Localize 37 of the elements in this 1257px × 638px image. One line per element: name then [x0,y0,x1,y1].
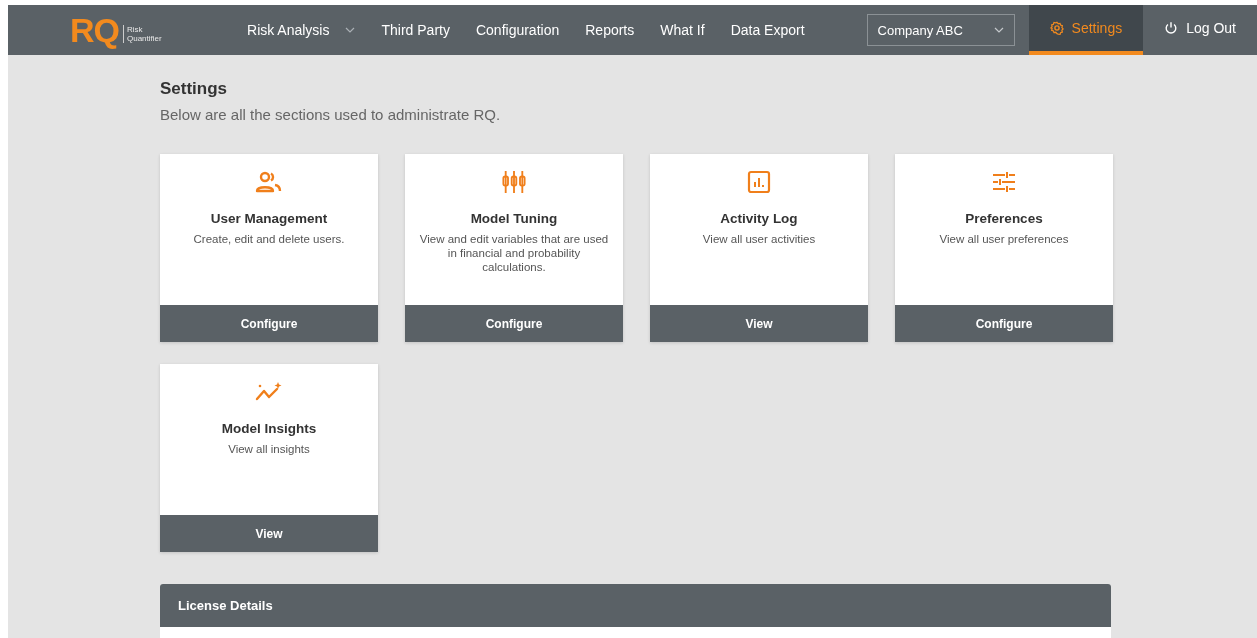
card-action-button[interactable]: View [650,305,868,342]
nav-link[interactable]: Configuration [475,22,560,38]
card-title: Preferences [965,211,1043,226]
sliders-icon [992,170,1016,194]
card-description: View all insights [228,442,310,456]
caret-icon [345,27,356,33]
card-description: View all user preferences [939,232,1069,246]
logo-mark: RQ [70,10,119,50]
card-title: Activity Log [720,211,798,226]
caret-icon [993,27,1004,33]
card-action-button[interactable]: Configure [160,305,378,342]
card-title: Model Tuning [470,211,558,226]
card-title: Model Insights [221,421,317,436]
logo-subtitle: Risk Quantifier [123,25,162,43]
gear-icon [1049,21,1064,35]
page-subtitle: Below are all the sections used to administrate RQ. [160,106,502,123]
log-out-button[interactable]: Log Out [1143,5,1257,55]
license-title: License Details [178,598,273,613]
card-action-button[interactable]: Configure [895,305,1113,342]
page-title: Settings [160,79,229,99]
card-description: View all user activities [702,232,816,246]
settings-tab[interactable]: Settings [1028,5,1144,55]
company-dropdown[interactable]: Company ABC [866,14,1015,46]
nav-link[interactable]: What If [660,22,705,38]
nav-link[interactable]: Data Export [730,22,805,38]
card-action-button[interactable]: View [160,515,378,552]
nav-link[interactable]: Reports [585,22,635,38]
nav-link[interactable]: Risk Analysis [247,22,356,38]
users-icon [255,170,283,194]
power-icon [1164,21,1179,35]
card-description: Create, edit and delete users. [193,232,345,246]
card-title: User Management [210,211,328,226]
bar-chart-icon [747,170,771,194]
card-description: View and edit variables that are used in financial and probability calculations. [418,232,610,274]
nav-link[interactable]: Third Party [381,22,450,38]
card-action-button[interactable]: Configure [405,305,623,342]
candlestick-icon [500,170,528,194]
